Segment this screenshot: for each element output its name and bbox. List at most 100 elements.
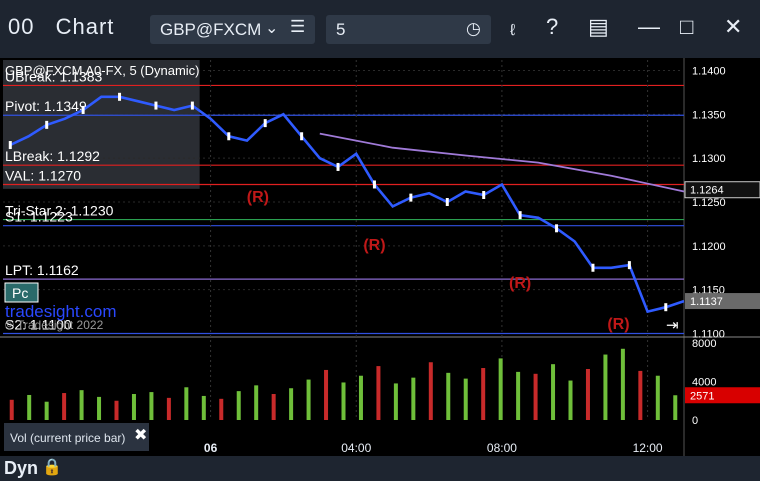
volume-legend-label: Vol (current price bar): [10, 431, 126, 445]
close-icon[interactable]: ✖: [134, 425, 147, 445]
volume-bar: [97, 396, 102, 420]
marker-price-label: 1.1264: [690, 185, 724, 197]
volume-bar: [254, 385, 259, 420]
price-bar: [482, 190, 486, 199]
reversal-marker: (R): [247, 189, 269, 206]
volume-bar: [498, 358, 503, 420]
level-label: Pivot: 1.1349: [5, 98, 87, 114]
level-label: LPT: 1.1162: [5, 262, 79, 278]
volume-bar: [289, 388, 294, 420]
price-bar: [336, 162, 340, 171]
copyright-text: © Tradesight 2022: [5, 318, 104, 332]
level-label: S1: 1.1223: [5, 209, 73, 225]
volume-bar: [393, 383, 398, 420]
price-tick-label: 1.1350: [692, 109, 726, 121]
interval-text: 5: [336, 20, 346, 39]
volume-bar: [411, 377, 416, 420]
volume-bar: [341, 382, 346, 420]
price-bar: [118, 92, 122, 101]
volume-bar: [551, 364, 556, 420]
time-tick-label: 04:00: [341, 441, 371, 455]
chevron-down-icon[interactable]: ⌄: [265, 18, 278, 38]
volume-tick-label: 0: [692, 415, 698, 427]
menu-icon[interactable]: ☰: [290, 17, 305, 37]
volume-bar: [131, 394, 136, 420]
volume-bar: [585, 368, 590, 420]
price-tick-label: 1.1300: [692, 153, 726, 165]
lock-icon[interactable]: 🔒: [42, 457, 62, 477]
reversal-marker: (R): [363, 237, 385, 254]
chart-area[interactable]: 1.14001.13501.13001.12501.12001.11501.11…: [0, 58, 760, 456]
volume-bar: [655, 375, 660, 420]
volume-bar: [620, 348, 625, 420]
price-bar: [154, 101, 158, 110]
volume-bar: [219, 398, 224, 420]
layout-icon[interactable]: ▤: [588, 14, 609, 40]
volume-tick-label: 8000: [692, 338, 716, 350]
volume-bar: [114, 400, 119, 420]
volume-bar: [44, 401, 49, 420]
volume-bar: [638, 370, 643, 420]
volume-bar: [358, 375, 363, 420]
volume-bar: [376, 366, 381, 420]
volume-bar: [79, 390, 84, 420]
price-tick-label: 1.1200: [692, 241, 726, 253]
volume-legend: Vol (current price bar) ✖: [4, 423, 149, 451]
price-bar: [300, 132, 304, 141]
pc-button-label: Pc: [12, 285, 28, 301]
volume-bar: [428, 362, 433, 420]
maximize-icon[interactable]: □: [680, 14, 693, 40]
volume-bar: [62, 393, 67, 420]
volume-bar: [184, 387, 189, 420]
price-bar: [445, 198, 449, 207]
close-icon[interactable]: ✕: [724, 14, 742, 40]
volume-bar: [149, 392, 154, 420]
time-tick-label: 12:00: [633, 441, 663, 455]
price-bar: [8, 141, 12, 150]
price-tick-label: 1.1250: [692, 197, 726, 209]
current-price-label: 1.1137: [690, 296, 723, 308]
price-bar: [372, 180, 376, 189]
mode-label: Dyn: [4, 458, 39, 478]
price-bar: [263, 119, 267, 128]
volume-bar: [306, 379, 311, 420]
price-bar: [555, 224, 559, 233]
reversal-marker: (R): [509, 275, 531, 292]
volume-bar: [446, 372, 451, 420]
window-title: 00 Chart: [8, 14, 114, 40]
volume-bar: [166, 397, 171, 420]
time-tick-label: 06: [204, 441, 218, 455]
volume-bar: [533, 373, 538, 420]
interval-selector[interactable]: 5 ◷: [326, 15, 491, 44]
price-bar: [627, 261, 631, 270]
level-label: VAL: 1.1270: [5, 167, 81, 183]
reversal-marker: (R): [607, 316, 629, 333]
price-bar: [664, 303, 668, 312]
clock-icon[interactable]: ◷: [466, 19, 481, 39]
help-icon[interactable]: ?: [546, 14, 558, 40]
price-tick-label: 1.1400: [692, 66, 726, 78]
price-bar: [190, 101, 194, 110]
title-bar: 00 Chart GBP@FXCM ⌄ ☰ 5 ◷ ℓ ? ▤ — □ ✕: [0, 0, 760, 58]
volume-bar: [603, 354, 608, 420]
volume-bar: [568, 380, 573, 420]
price-bar: [409, 193, 413, 202]
draw-icon[interactable]: ℓ: [510, 22, 515, 40]
volume-bar: [463, 378, 468, 420]
volume-tick-label: 4000: [692, 377, 716, 389]
price-bar: [518, 211, 522, 220]
price-bar: [591, 263, 595, 272]
volume-bar: [673, 395, 678, 420]
volume-bar: [236, 391, 241, 420]
symbol-text: GBP@FXCM: [160, 20, 262, 39]
volume-bar: [27, 394, 32, 420]
chart-header-text: GBP@FXCM A0-FX, 5 (Dynamic): [5, 63, 200, 78]
volume-bar: [9, 399, 14, 420]
status-bar: Dyn 🔒: [0, 456, 760, 481]
symbol-selector[interactable]: GBP@FXCM ⌄ ☰: [150, 15, 315, 44]
volume-bar: [201, 395, 206, 420]
volume-current-label: 2571: [690, 390, 714, 402]
minimize-icon[interactable]: —: [638, 14, 660, 40]
level-label: LBreak: 1.1292: [5, 148, 100, 164]
volume-bar: [271, 394, 276, 420]
